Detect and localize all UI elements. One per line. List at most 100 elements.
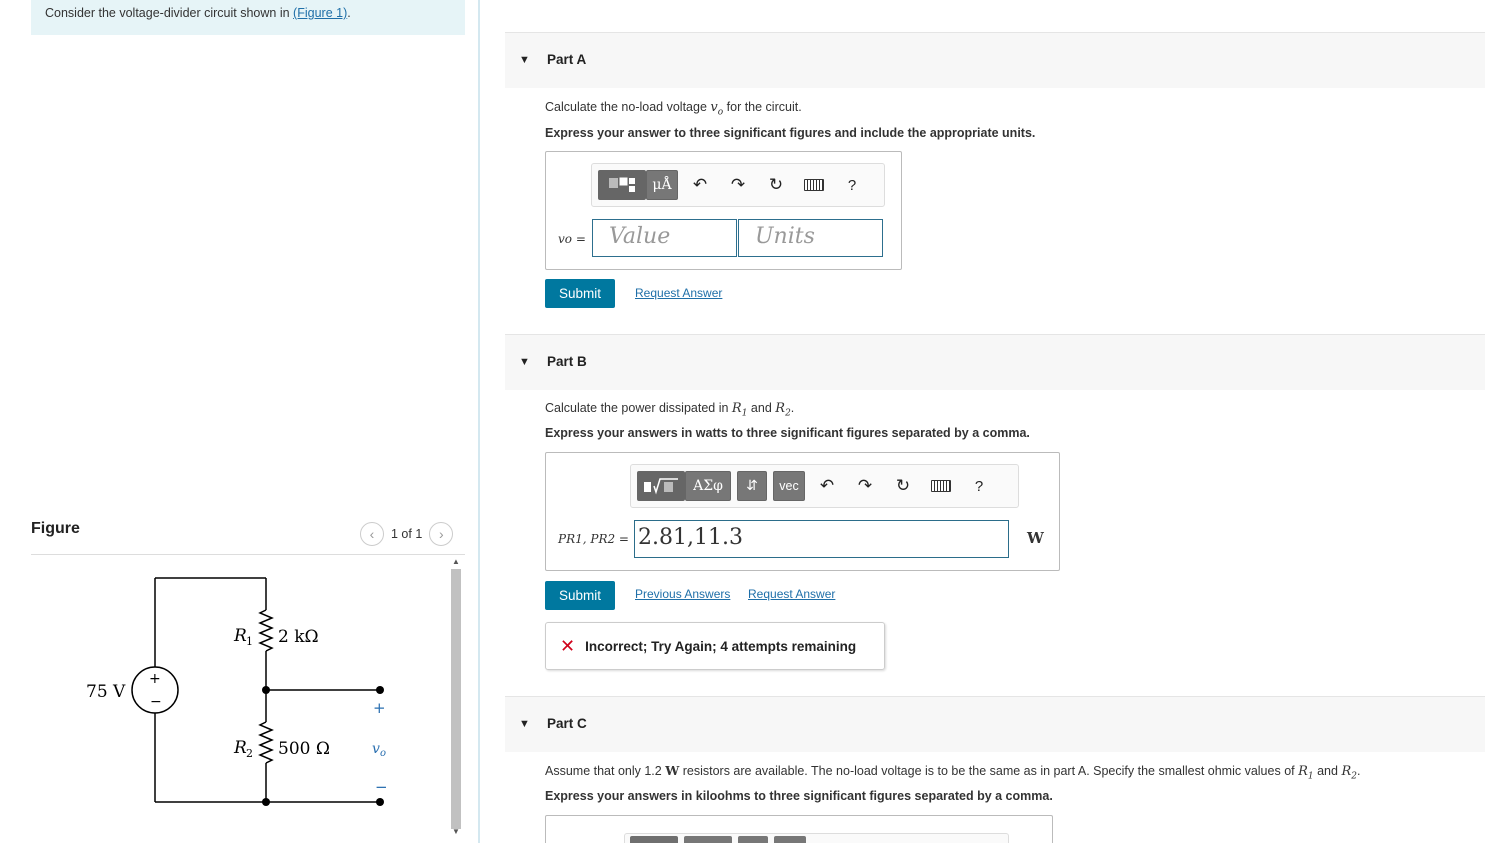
part-b-answer-input[interactable]: 2.81,11.3 [634,520,1009,558]
source-minus-sign: − [150,694,162,710]
redo-icon[interactable]: ↷ [849,476,881,496]
part-a-instruction: Express your answer to three significant… [545,126,1036,140]
part-c-question-text: Assume that only 1.2 [545,764,666,778]
r2-variable: R2 [1341,764,1357,782]
keyboard-icon[interactable] [931,480,951,492]
part-b-title: Part B [547,354,587,369]
part-b-submit-button[interactable]: Submit [545,581,615,610]
figure-scrollbar[interactable]: ▲ ▼ [448,555,464,843]
collapse-triangle-icon[interactable]: ▼ [519,718,530,730]
part-a-question-end: for the circuit. [723,100,802,114]
part-b-and: and [747,401,776,415]
help-icon[interactable]: ? [836,177,868,194]
chevron-left-icon[interactable]: ‹ [360,522,384,546]
resistor-r1-zigzag [258,609,274,652]
part-a-question-text: Calculate the no-load voltage [545,100,711,114]
r1-subscript: 1 [246,635,253,648]
part-b-lhs: PR1, PR2 = [558,532,629,546]
part-b-answer-box: ΑΣφ ⇵ vec ↶ ↷ ↻ ? PR1, PR2 = 2.81,11.3 W [545,452,1060,571]
r2-subscript: 2 [246,747,253,760]
part-a-question: Calculate the no-load voltage vo for the… [545,100,802,118]
part-b-request-answer-link[interactable]: Request Answer [748,587,835,601]
problem-end: . [347,6,351,20]
part-b-toolbar: ΑΣφ ⇵ vec ↶ ↷ ↻ ? [630,464,1019,508]
figure-pager-text: 1 of 1 [391,527,423,541]
reset-icon[interactable]: ↻ [760,175,792,195]
output-terminal-bottom [376,798,384,806]
part-c-and: and [1313,764,1342,778]
figure-heading: Figure [31,520,80,537]
part-a-header[interactable]: ▼ Part A [505,32,1485,88]
arrows-button[interactable]: ⇵ [737,471,767,501]
source-voltage-label: 75 V [86,682,126,702]
reset-icon[interactable]: ↻ [887,476,919,496]
part-c-toolbar [624,833,1009,843]
output-terminal-top [376,686,384,694]
redo-icon[interactable]: ↷ [722,175,754,195]
keyboard-icon[interactable] [804,179,824,191]
scroll-up-icon[interactable]: ▲ [451,557,461,566]
r2-variable: R2 [775,401,791,419]
r1-value: 2 kΩ [278,627,319,647]
r2-symbol: R [233,738,247,758]
part-a-toolbar: μÅ ↶ ↷ ↻ ? [591,163,885,207]
r1-symbol: R [233,626,247,646]
vo-variable: vo [710,100,724,118]
output-voltage-subscript: o [380,748,386,759]
part-b-unit-label: W [1027,529,1044,547]
r1-variable: R1 [1298,764,1314,782]
part-a-title: Part A [547,52,587,67]
part-c-question-mid: resistors are available. The no-load vol… [679,764,1299,778]
part-a-lhs: vo = [558,232,586,246]
left-pane: Consider the voltage-divider circuit sho… [0,0,478,843]
part-c-header[interactable]: ▼ Part C [505,696,1485,752]
figure-pager: ‹ 1 of 1 › [360,522,454,546]
r1-variable: R1 [731,401,748,419]
node-dot [262,798,270,806]
incorrect-x-icon: ✕ [560,635,576,656]
undo-icon[interactable]: ↶ [684,175,716,195]
undo-icon[interactable]: ↶ [811,476,843,496]
greek-symbols-button[interactable] [684,836,732,843]
templates-icon[interactable] [598,170,646,200]
arrows-button[interactable] [738,836,768,843]
feedback-text: Incorrect; Try Again; 4 attempts remaini… [585,638,857,654]
output-voltage-symbol: v [372,741,380,757]
part-c-question: Assume that only 1.2 W resistors are ava… [545,763,1360,782]
units-button[interactable]: μÅ [646,170,678,200]
node-dot [262,686,270,694]
part-b-instruction: Express your answers in watts to three s… [545,426,1030,440]
units-input[interactable]: Units [738,219,883,257]
problem-statement: Consider the voltage-divider circuit sho… [31,0,465,35]
part-a-request-answer-link[interactable]: Request Answer [635,286,722,300]
collapse-triangle-icon[interactable]: ▼ [519,54,530,66]
figure-link[interactable]: (Figure 1) [293,6,347,20]
part-b-question: Calculate the power dissipated in R1 and… [545,401,794,419]
part-c-instruction: Express your answers in kiloohms to thre… [545,789,1053,803]
templates-icon[interactable] [630,836,678,843]
chevron-right-icon[interactable]: › [429,522,454,546]
problem-text: Consider the voltage-divider circuit sho… [45,6,294,20]
part-b-header[interactable]: ▼ Part B [505,334,1485,390]
pane-splitter[interactable] [478,0,480,843]
scrollbar-thumb[interactable] [451,569,461,829]
value-input[interactable]: Value [592,219,737,257]
help-icon[interactable]: ? [963,478,995,495]
r2-value: 500 Ω [278,739,330,759]
vector-button[interactable]: vec [773,471,805,501]
part-c-question-end: . [1356,764,1361,778]
templates-icon[interactable] [637,471,685,501]
greek-symbols-button[interactable]: ΑΣφ [685,471,731,501]
part-c-title: Part C [547,716,587,731]
part-a-submit-button[interactable]: Submit [545,279,615,308]
scroll-down-icon[interactable]: ▼ [451,827,461,836]
previous-answers-link[interactable]: Previous Answers [635,587,730,601]
circuit-diagram: + − 75 V R 1 2 kΩ R 2 500 Ω + v o − [86,577,388,806]
vector-button[interactable] [774,836,806,843]
part-a-answer-box: μÅ ↶ ↷ ↻ ? vo = Value Units [545,151,902,270]
source-plus-sign: + [149,671,161,687]
part-b-question-text: Calculate the power dissipated in [545,401,732,415]
part-c-answer-box [545,815,1053,843]
watt-symbol: W [665,763,680,778]
collapse-triangle-icon[interactable]: ▼ [519,356,530,368]
